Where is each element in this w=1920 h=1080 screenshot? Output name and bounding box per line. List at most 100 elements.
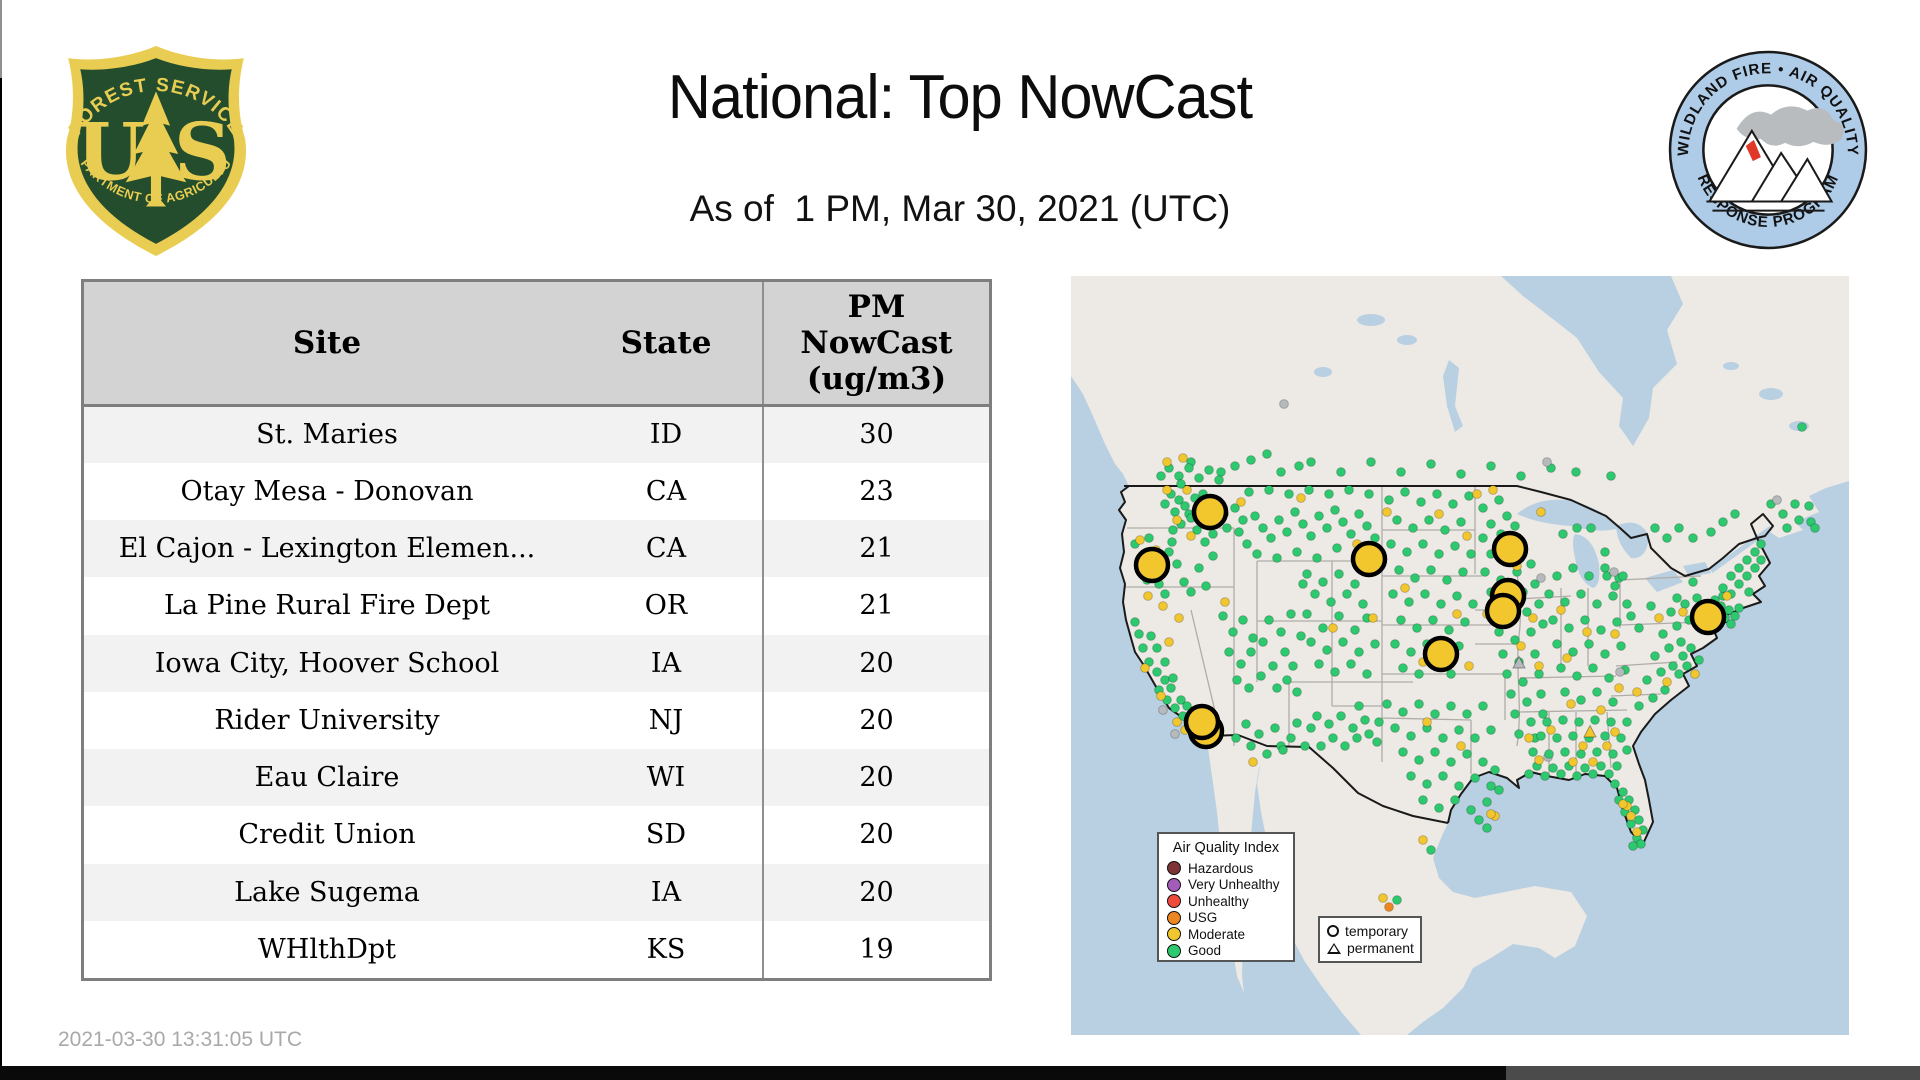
monitor-dot (1262, 449, 1272, 459)
state-cell: ID (649, 419, 683, 451)
top-site-marker (1491, 530, 1529, 568)
monitor-dot (1406, 771, 1416, 781)
monitor-dot (1560, 597, 1570, 607)
legend-label: Moderate (1188, 926, 1246, 942)
monitor-dot (1172, 717, 1182, 727)
monitor-dot (1588, 769, 1598, 779)
monitor-dot (1406, 647, 1416, 657)
monitor-dot (1609, 567, 1619, 577)
monitor-dot (1722, 591, 1732, 601)
monitor-dot (1410, 573, 1420, 583)
monitor-dot (1276, 467, 1286, 477)
monitor-dot (1518, 677, 1528, 687)
monitor-dot (1734, 603, 1744, 613)
monitor-dot (1394, 565, 1404, 575)
monitor-dot (1306, 531, 1316, 541)
monitor-dot (1462, 709, 1472, 719)
column-header: State (570, 282, 763, 407)
monitor-dot (1146, 631, 1156, 641)
monitor-dot (1750, 563, 1760, 573)
monitor-dot (1542, 717, 1552, 727)
monitor-dot (1406, 731, 1416, 741)
nowcast-cell: 23 (762, 462, 989, 520)
monitor-dot (1178, 453, 1188, 463)
legend-item-hazardous: Hazardous (1167, 860, 1285, 877)
monitor-dot (1452, 591, 1462, 601)
monitor-dot (1608, 749, 1618, 759)
monitor-dot (1346, 529, 1356, 539)
monitor-dot (1466, 805, 1476, 815)
monitor-dot (1396, 615, 1406, 625)
monitor-dot (1144, 533, 1154, 543)
monitor-dot (1672, 621, 1682, 631)
monitor-dot (1680, 599, 1690, 609)
monitor-dot (1328, 733, 1338, 743)
monitor-dot (1246, 647, 1256, 657)
monitor-dot (1612, 761, 1622, 771)
monitor-dot (1166, 683, 1176, 693)
monitor-dot (1470, 773, 1480, 783)
legend-swatch (1167, 927, 1181, 942)
monitor-dot (1250, 511, 1260, 521)
monitor-dot (1510, 521, 1520, 531)
monitor-dot (1734, 563, 1744, 573)
monitor-dot (1382, 507, 1392, 517)
monitor-dot (1756, 539, 1766, 549)
site-cell: Lake Sugema (234, 876, 420, 908)
monitor-dot (1362, 521, 1372, 531)
monitor-dot (1134, 629, 1144, 639)
monitor-dot (1256, 671, 1266, 681)
monitor-dot (1156, 471, 1166, 481)
monitor-dot (1384, 495, 1394, 505)
monitor-dot (1538, 619, 1548, 629)
monitor-dot (1470, 733, 1480, 743)
bottom-bar (1506, 1066, 1920, 1080)
monitor-dot (1254, 729, 1264, 739)
monitor-dot (1282, 675, 1292, 685)
table-row: La Pine Rural Fire Dept OR 21 (84, 577, 989, 635)
monitor-dot (1558, 715, 1568, 725)
column-header: Site (84, 282, 570, 407)
monitor-dot (1510, 709, 1520, 719)
monitor-dot (1548, 615, 1558, 625)
site-cell: La Pine Rural Fire Dept (164, 590, 490, 622)
monitor-dot (1338, 637, 1348, 647)
legend-label: Hazardous (1188, 860, 1254, 876)
monitor-dot (1534, 599, 1544, 609)
monitor-dot (1522, 697, 1532, 707)
monitor-dot (1502, 669, 1512, 679)
monitor-dot (1364, 489, 1374, 499)
monitor-dot (1544, 749, 1554, 759)
site-cell: St. Maries (256, 419, 398, 451)
top-site-marker (1689, 598, 1727, 636)
monitor-dot (1306, 457, 1316, 467)
nowcast-cell: 20 (762, 691, 989, 749)
monitor-dot (1564, 623, 1574, 633)
monitor-dot (1418, 795, 1428, 805)
monitor-dot (1610, 779, 1620, 789)
monitor-dot (1556, 769, 1566, 779)
monitor-dot (1566, 699, 1576, 709)
monitor-dot (1400, 487, 1410, 497)
monitor-dot (1600, 563, 1610, 573)
monitor-dot (1456, 741, 1466, 751)
monitor-dot (1306, 723, 1316, 733)
monitor-dot (1482, 823, 1492, 833)
monitor-dot (1168, 673, 1178, 683)
monitor-dot (1804, 501, 1814, 511)
monitor-dot (1318, 623, 1328, 633)
monitor-dot (1498, 649, 1508, 659)
monitor-dot (1656, 667, 1666, 677)
monitor-dot (1162, 457, 1172, 467)
monitor-dot (1572, 523, 1582, 533)
monitor-dot (1400, 583, 1410, 593)
monitor-dot (1580, 763, 1590, 773)
page-title: National: Top NowCast (667, 63, 1253, 132)
monitor-dot (1742, 555, 1752, 565)
monitor-dot (1252, 549, 1262, 559)
monitor-dot (1530, 649, 1540, 659)
monitor-dot (1486, 461, 1496, 471)
monitor-dot (1478, 533, 1488, 543)
top-site-marker (1133, 546, 1171, 584)
monitor-dot (1310, 589, 1320, 599)
